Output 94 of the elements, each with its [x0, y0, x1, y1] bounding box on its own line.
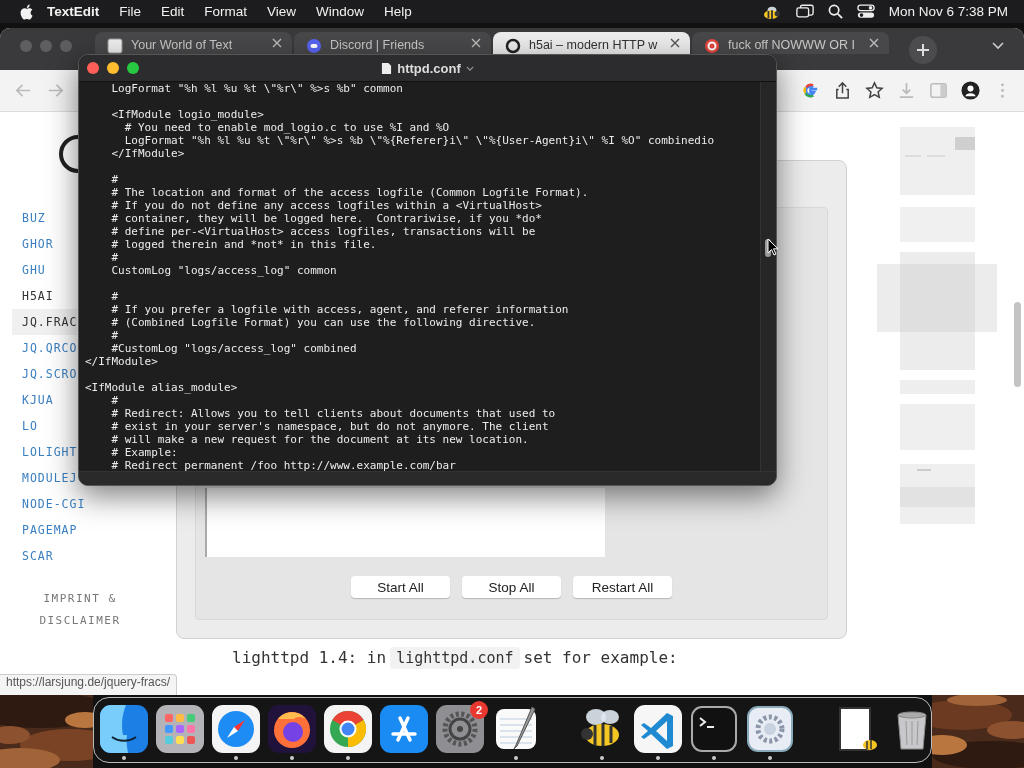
nav-link[interactable]: JQ.QRCO [12, 335, 78, 361]
intro-text: lighttpd 1.4: in lighttpd.conf set for example: [232, 647, 679, 669]
apple-icon[interactable] [20, 3, 33, 20]
code-line: # Redirect permanent /foo http://www.example.com/bar [110, 459, 457, 471]
circle-icon [306, 38, 322, 54]
nav-link[interactable]: PAGEMAP [12, 517, 78, 543]
code-line: # Redirect: Allows you to tell clients about documents that used to [110, 407, 557, 420]
document-icon [381, 61, 393, 75]
nav-link[interactable]: NODE-CGI [12, 491, 86, 517]
nav-link[interactable]: H5AI [12, 283, 54, 309]
nav-link[interactable]: LO [12, 413, 38, 439]
chevron-down-icon[interactable] [465, 65, 474, 71]
cursor-icon [767, 238, 779, 256]
plus-icon [916, 43, 930, 57]
search-icon[interactable] [827, 4, 843, 19]
status-url: https://larsjung.de/jquery-fracs/ [0, 674, 178, 695]
gear-icon[interactable] [436, 705, 484, 753]
chevron-down-icon[interactable] [992, 42, 1004, 50]
code-line: # (Combined Logfile Format) you can use the following directive. [110, 316, 537, 329]
globe-icon[interactable] [268, 705, 316, 753]
windows-icon[interactable] [795, 4, 814, 19]
terminal-icon[interactable] [690, 705, 738, 753]
imprint-link[interactable]: IMPRINT & DISCLAIMER [25, 588, 135, 632]
code-line: # Example: [110, 446, 179, 459]
nav-link[interactable]: GHOR [12, 231, 54, 257]
profile-icon[interactable] [961, 81, 980, 100]
app-menu[interactable]: TextEdit [33, 2, 110, 21]
notification-badge: 2 [470, 701, 488, 719]
close-icon[interactable] [471, 38, 481, 48]
code-line: # will make a new request for the document at its new location. [110, 433, 530, 446]
menu-item[interactable]: File [109, 2, 152, 21]
code-line: </IfModule> [85, 355, 159, 368]
code-line: # If you do not define any access logfiles within a <VirtualHost> [110, 199, 543, 212]
menu-item[interactable]: Format [194, 2, 258, 21]
action-button[interactable]: Start All [351, 576, 450, 598]
window-control[interactable] [127, 62, 139, 74]
colored-ring-icon[interactable] [801, 81, 820, 100]
code-line: LogFormat "%h %l %u %t \"%r\" %>s %b \"%{Referer}i\" \"%{User-Agent}i\" %I %O" combinedio [123, 134, 716, 147]
browser-tab[interactable]: Your World of Text [95, 32, 292, 54]
grid-icon[interactable] [156, 705, 204, 753]
menu-item[interactable]: Edit [151, 2, 195, 21]
two-tone-icon[interactable] [100, 705, 148, 753]
gear-icon[interactable] [746, 705, 794, 753]
window-title: httpd.conf [397, 60, 461, 76]
code-line: # The location and format of the access logfile (Common Logfile Format). [110, 186, 590, 199]
action-button[interactable]: Stop All [462, 576, 561, 598]
menu-item[interactable]: Window [306, 2, 375, 21]
nav-link[interactable]: MODULEJ [12, 465, 78, 491]
code-line: # container, they will be logged here. Contrariwise, if you *do* [110, 212, 543, 225]
code-line: LogFormat "%h %l %u %t \"%r\" %>s %b" common [110, 82, 404, 95]
code-line: # [110, 329, 120, 342]
nav-link[interactable]: BUZ [12, 205, 46, 231]
tools-icon[interactable] [380, 705, 428, 753]
nav-link[interactable]: SCAR [12, 543, 54, 569]
browser-tab[interactable]: h5ai – modern HTTP w [493, 32, 690, 54]
square-icon [107, 38, 123, 54]
circle-icon [704, 38, 720, 54]
action-button[interactable]: Restart All [573, 576, 672, 598]
code-line: #CustomLog "logs/access_log" combined [110, 342, 358, 355]
close-icon[interactable] [869, 38, 879, 48]
nav-link[interactable]: KJUA [12, 387, 54, 413]
share-icon[interactable] [833, 81, 852, 100]
clock[interactable]: Mon Nov 6 7:38 PM [888, 4, 1008, 19]
code-line: <IfModule alias_module> [85, 381, 239, 394]
compass-icon[interactable] [212, 705, 260, 753]
close-icon[interactable] [272, 38, 282, 48]
code-line: </IfModule> [110, 147, 186, 160]
code-line: # [110, 251, 120, 264]
nav-link[interactable]: GHU [12, 257, 46, 283]
menu-item[interactable]: View [257, 2, 307, 21]
code-line: # exist in your server's namespace, but do not anymore. The client [110, 420, 550, 433]
nav-link[interactable]: JQ.SCRO [12, 361, 78, 387]
code-line: # You need to enable mod_logio.c to use %I and %O [123, 121, 451, 134]
new-tab-button[interactable] [909, 36, 937, 64]
close-icon[interactable] [670, 38, 680, 48]
code-line: # define per-<VirtualHost> access logfiles, transactions will be [110, 225, 537, 238]
code-line: # [110, 173, 120, 186]
nav-link[interactable]: JQ.FRAC [12, 309, 78, 335]
nav-link[interactable]: LOLIGHT [12, 439, 78, 465]
code-line: # [110, 394, 120, 407]
ribbon-icon[interactable] [634, 705, 682, 753]
code-line: # [110, 290, 120, 303]
star-icon[interactable] [865, 81, 884, 100]
code-line: CustomLog "logs/access_log" common [110, 264, 338, 277]
scrollbar[interactable] [1014, 302, 1021, 387]
window-control[interactable] [87, 62, 99, 74]
window-control[interactable] [107, 62, 119, 74]
code-line: <IfModule logio_module> [110, 108, 265, 121]
code-line: # logged therein and *not* in this file. [110, 238, 378, 251]
code-line: # If you prefer a logfile with access, agent, and referer information [110, 303, 570, 316]
toggles-icon[interactable] [856, 4, 875, 19]
browser-tab[interactable]: Discord | Friends [294, 32, 491, 54]
browser-tab[interactable]: fuck off NOWWW OR I [692, 32, 889, 54]
menu-item[interactable]: Help [374, 2, 422, 21]
